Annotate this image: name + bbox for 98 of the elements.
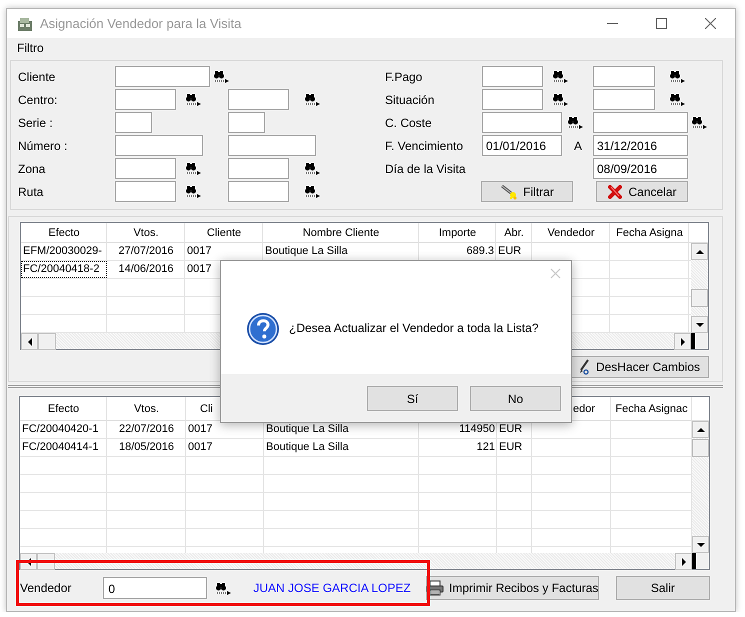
field-label: Cliente (18, 70, 56, 84)
seller-name: JUAN JOSE GARCIA LOPEZ (253, 581, 411, 595)
table-cell-text: EUR (497, 244, 522, 259)
table-cell-text: 0017 (186, 244, 212, 259)
table-cell-text: Boutique La Silla (264, 244, 349, 259)
cancel-button[interactable]: Cancelar (596, 181, 688, 202)
column-header[interactable]: Vtos. (107, 223, 185, 242)
field-label: Vendedor (20, 581, 72, 595)
column-header[interactable]: Nombre Cliente (263, 223, 419, 242)
field-label: Día de la Visita (385, 162, 466, 176)
input-field[interactable] (228, 158, 289, 179)
binoculars-icon (305, 185, 321, 198)
binoculars-icon (186, 185, 202, 198)
no-button[interactable]: No (470, 386, 561, 411)
table-cell-text: Boutique La Silla (265, 422, 350, 437)
table-cell-text: 0017 (186, 262, 212, 277)
range-separator: A (574, 138, 582, 152)
table-cell-text: 0017 (187, 422, 214, 437)
input-field[interactable] (228, 135, 316, 156)
table-cell: FC/20040418-2 (21, 261, 107, 278)
table-cell-text: 22/07/2016 (118, 422, 176, 437)
input-field[interactable] (115, 135, 203, 156)
app-icon (17, 16, 33, 32)
binoculars-icon (186, 93, 202, 106)
column-header[interactable]: Fecha Asigna (610, 223, 689, 242)
column-header[interactable]: Fecha Asignac (611, 397, 692, 420)
binoculars-icon (670, 70, 686, 83)
input-field[interactable] (593, 66, 655, 87)
window-title: Asignación Vendedor para la Visita (40, 16, 242, 31)
binoculars-icon (214, 70, 230, 83)
input-field[interactable] (593, 112, 688, 133)
table-cell-text: 18/05/2016 (118, 440, 176, 455)
binoculars-icon (553, 70, 569, 83)
input-field[interactable] (115, 89, 176, 110)
column-header[interactable]: Cliente (185, 223, 263, 242)
close-icon (550, 268, 561, 279)
date-field[interactable]: 31/12/2016 (593, 135, 688, 156)
table-cell-text: Boutique La Silla (265, 440, 350, 455)
table-cell-text: 14/06/2016 (117, 262, 175, 277)
binoculars-icon (670, 93, 686, 106)
binoculars-icon (553, 93, 569, 106)
seller-field[interactable]: 0 (103, 577, 208, 599)
input-field[interactable] (228, 89, 289, 110)
table-cell-text: EUR (498, 440, 524, 455)
column-header[interactable]: Abr. (496, 223, 532, 242)
exit-button[interactable]: Salir (616, 576, 710, 600)
field-label: Serie : (18, 116, 54, 130)
field-label: F.Pago (385, 70, 424, 84)
field-label: C. Coste (385, 116, 433, 130)
print-button[interactable]: Imprimir Recibos y Facturas (426, 576, 599, 600)
field-label: Ruta (18, 184, 44, 198)
question-icon (246, 312, 280, 346)
table-cell-text: EFM/20030029- (22, 244, 103, 259)
binoculars-icon (305, 93, 321, 106)
input-field[interactable] (115, 158, 176, 179)
date-field[interactable]: 01/01/2016 (482, 135, 562, 156)
input-field[interactable] (593, 89, 655, 110)
column-header[interactable]: Efecto (21, 223, 107, 242)
maximize-icon (656, 18, 667, 29)
table-cell-text: FC/20040420-1 (21, 422, 100, 437)
table-cell-text: 27/07/2016 (117, 244, 175, 259)
input-field[interactable] (115, 181, 176, 202)
cross-icon (607, 184, 624, 200)
input-field[interactable] (228, 181, 289, 202)
filter-button[interactable]: Filtrar (481, 181, 573, 202)
input-field[interactable] (228, 112, 265, 133)
close-icon (705, 18, 716, 29)
input-field[interactable] (115, 112, 152, 133)
binoculars-icon (692, 116, 708, 129)
input-field[interactable] (482, 89, 543, 110)
wand-icon (500, 184, 518, 200)
field-label: Situación (385, 92, 436, 106)
column-header[interactable]: Efecto (20, 397, 107, 420)
binoculars-icon (305, 162, 321, 175)
menu-item[interactable]: Filtro (17, 41, 44, 55)
input-field[interactable] (115, 66, 210, 87)
binoculars-icon (186, 162, 202, 175)
column-header[interactable]: Importe (419, 223, 496, 242)
date-field[interactable]: 08/09/2016 (593, 158, 688, 179)
field-label: F. Vencimiento (385, 138, 464, 152)
column-header[interactable]: Vendedor (532, 223, 610, 242)
yes-button[interactable]: Sí (367, 386, 458, 411)
table-cell-text: 0017 (187, 440, 214, 455)
input-field[interactable] (482, 66, 543, 87)
field-label: Centro: (18, 92, 58, 106)
table-cell-text: 121 (476, 440, 496, 455)
dialog-message: ¿Desea Actualizar el Vendedor a toda la Lista? (289, 321, 538, 335)
binoculars-icon (216, 582, 232, 594)
field-label: Número : (18, 138, 68, 152)
column-header[interactable]: Vtos. (107, 397, 186, 420)
printer-icon (426, 580, 444, 596)
table-cell-text: 114950 (458, 422, 496, 437)
input-field[interactable] (482, 112, 562, 133)
binoculars-icon (568, 116, 584, 129)
table-cell-text: FC/20040414-1 (21, 440, 100, 455)
field-label: Zona (18, 162, 46, 176)
table-cell-text: 689.3 (465, 244, 495, 259)
table-cell-text: EUR (498, 422, 524, 437)
